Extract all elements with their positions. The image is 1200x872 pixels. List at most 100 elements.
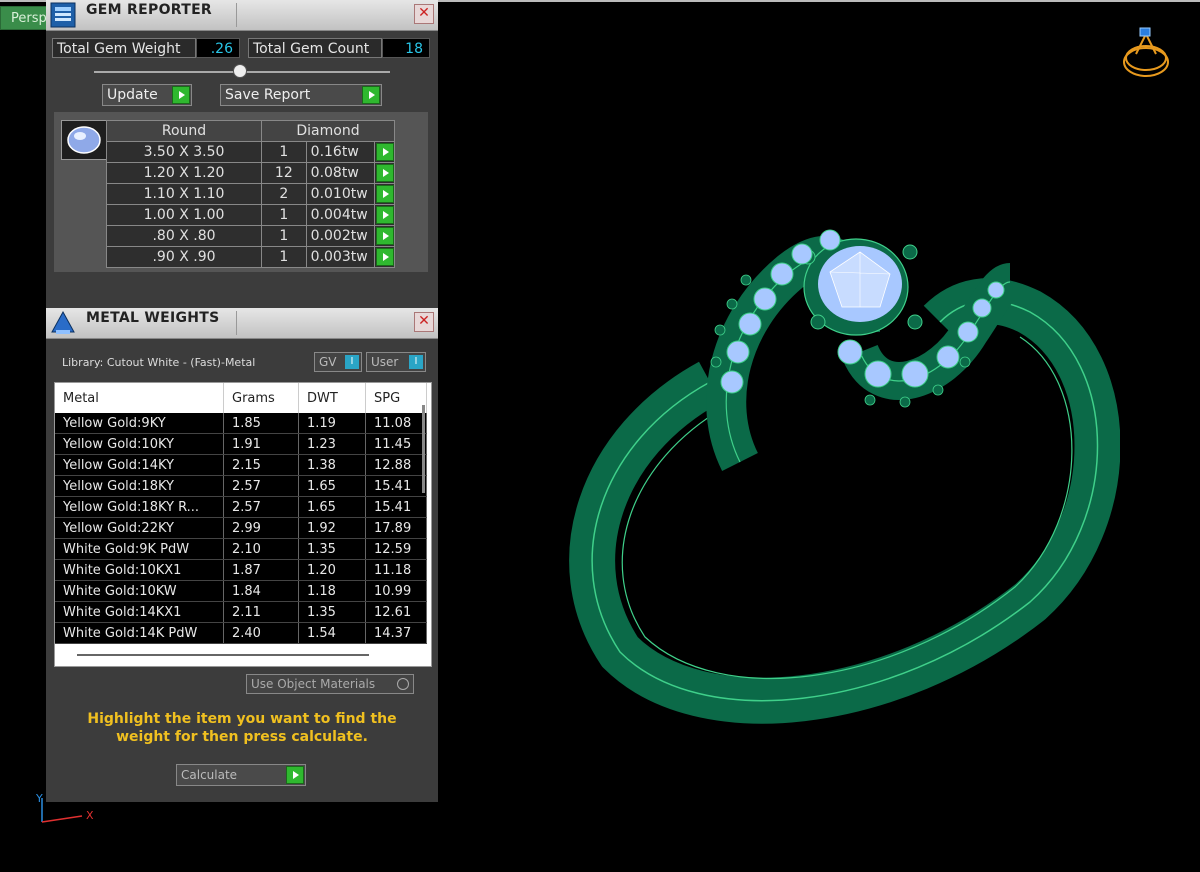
gem-row[interactable]: 3.50 X 3.50 1 0.16tw — [106, 141, 395, 163]
update-button[interactable]: Update — [102, 84, 192, 106]
metal-cell-metal: White Gold:14K PdW — [55, 622, 224, 644]
metal-row[interactable]: White Gold:14KX1 2.11 1.35 12.61 — [55, 601, 427, 623]
metal-cell-metal: Yellow Gold:9KY — [55, 413, 224, 434]
metal-row[interactable]: White Gold:10KW 1.84 1.18 10.99 — [55, 580, 427, 602]
gem-row-go-cell[interactable] — [374, 183, 395, 205]
metal-cell-grams: 2.99 — [223, 517, 299, 539]
user-toggle[interactable]: User I — [366, 352, 426, 372]
metal-row[interactable]: White Gold:10KX1 1.87 1.20 11.18 — [55, 559, 427, 581]
user-info-icon[interactable]: I — [409, 355, 423, 369]
metal-cell-grams: 2.40 — [223, 622, 299, 644]
gem-size: .90 X .90 — [106, 246, 262, 268]
gem-count: 1 — [261, 225, 307, 247]
metal-cell-spg: 17.89 — [365, 517, 427, 539]
calculate-button[interactable]: Calculate — [176, 764, 306, 786]
gem-row[interactable]: .80 X .80 1 0.002tw — [106, 225, 395, 247]
gem-count: 1 — [261, 204, 307, 226]
gv-toggle[interactable]: GV I — [314, 352, 362, 372]
view-cube-icon[interactable] — [1120, 24, 1174, 80]
update-label: Update — [107, 87, 158, 103]
gem-reporter-title: GEM REPORTER — [86, 2, 213, 18]
gem-row-go-icon[interactable] — [376, 185, 395, 203]
metal-cell-metal: Yellow Gold:18KY R... — [55, 496, 224, 518]
metal-horizontal-scrollbar[interactable] — [77, 654, 369, 656]
metal-cell-spg: 12.88 — [365, 454, 427, 476]
metal-cell-metal: Yellow Gold:22KY — [55, 517, 224, 539]
gem-row-go-cell[interactable] — [374, 141, 395, 163]
metal-cell-dwt: 1.92 — [298, 517, 366, 539]
metal-row[interactable]: Yellow Gold:9KY 1.85 1.19 11.08 — [55, 413, 427, 434]
col-metal[interactable]: Metal — [55, 383, 224, 413]
save-report-label: Save Report — [225, 87, 311, 103]
metal-cell-metal: White Gold:10KX1 — [55, 559, 224, 581]
use-object-materials-radio[interactable] — [397, 678, 409, 690]
gem-row-go-cell[interactable] — [374, 162, 395, 184]
save-report-button[interactable]: Save Report — [220, 84, 382, 106]
gem-shape-header: Round — [106, 120, 262, 142]
gem-count: 1 — [261, 246, 307, 268]
metal-row[interactable]: White Gold:14K PdW 2.40 1.54 14.37 — [55, 622, 427, 644]
metal-cell-dwt: 1.20 — [298, 559, 366, 581]
metal-cell-dwt: 1.35 — [298, 601, 366, 623]
metal-weights-icon — [51, 310, 75, 334]
metal-row[interactable]: Yellow Gold:10KY 1.91 1.23 11.45 — [55, 433, 427, 455]
calculate-go-icon[interactable] — [286, 766, 304, 784]
gem-material-header: Diamond — [261, 120, 395, 142]
metal-row[interactable]: Yellow Gold:18KY R... 2.57 1.65 15.41 — [55, 496, 427, 518]
gem-size: 1.10 X 1.10 — [106, 183, 262, 205]
metal-cell-dwt: 1.35 — [298, 538, 366, 560]
gem-row-go-cell[interactable] — [374, 225, 395, 247]
gem-count: 12 — [261, 162, 307, 184]
use-object-materials-label: Use Object Materials — [251, 677, 376, 691]
metal-weights-close-icon[interactable]: ✕ — [414, 312, 434, 332]
metal-cell-spg: 11.45 — [365, 433, 427, 455]
gem-row-go-icon[interactable] — [376, 248, 395, 266]
gem-table: Round Diamond 3.50 X 3.50 1 0.16tw 1.20 … — [106, 120, 395, 268]
update-go-icon[interactable] — [172, 86, 190, 104]
metal-table-container[interactable]: Metal Grams DWT SPG Yellow Gold:9KY 1.85 1… — [54, 382, 432, 667]
metal-cell-metal: Yellow Gold:18KY — [55, 475, 224, 497]
use-object-materials-option[interactable]: Use Object Materials — [246, 674, 414, 694]
gem-row[interactable]: .90 X .90 1 0.003tw — [106, 246, 395, 268]
axis-y-label: Y — [35, 792, 43, 805]
round-diamond-icon[interactable] — [61, 120, 107, 160]
metal-cell-metal: Yellow Gold:10KY — [55, 433, 224, 455]
metal-cell-dwt: 1.65 — [298, 496, 366, 518]
gv-label: GV — [319, 355, 337, 369]
metal-cell-grams: 1.91 — [223, 433, 299, 455]
col-spg[interactable]: SPG — [365, 383, 427, 413]
metal-cell-spg: 14.37 — [365, 622, 427, 644]
gem-row[interactable]: 1.10 X 1.10 2 0.010tw — [106, 183, 395, 205]
metal-weights-titlebar[interactable]: METAL WEIGHTS ✕ — [46, 308, 438, 339]
gem-weight: 0.004tw — [305, 204, 376, 226]
col-grams[interactable]: Grams — [223, 383, 299, 413]
metal-row[interactable]: Yellow Gold:14KY 2.15 1.38 12.88 — [55, 454, 427, 476]
metal-row[interactable]: Yellow Gold:18KY 2.57 1.65 15.41 — [55, 475, 427, 497]
gv-info-icon[interactable]: I — [345, 355, 359, 369]
titlebar-divider — [236, 3, 237, 27]
metal-cell-spg: 11.18 — [365, 559, 427, 581]
metal-cell-dwt: 1.65 — [298, 475, 366, 497]
gem-weight: 0.010tw — [305, 183, 376, 205]
metal-cell-grams: 1.87 — [223, 559, 299, 581]
gem-row-go-icon[interactable] — [376, 227, 395, 245]
gem-slider-knob[interactable] — [233, 64, 247, 78]
save-report-go-icon[interactable] — [362, 86, 380, 104]
gem-row[interactable]: 1.00 X 1.00 1 0.004tw — [106, 204, 395, 226]
metal-row[interactable]: Yellow Gold:22KY 2.99 1.92 17.89 — [55, 517, 427, 539]
gem-reporter-titlebar[interactable]: GEM REPORTER ✕ — [46, 0, 438, 31]
gem-row[interactable]: 1.20 X 1.20 12 0.08tw — [106, 162, 395, 184]
gem-row-go-cell[interactable] — [374, 246, 395, 268]
col-dwt[interactable]: DWT — [298, 383, 366, 413]
metal-cell-spg: 12.59 — [365, 538, 427, 560]
metal-cell-dwt: 1.19 — [298, 413, 366, 434]
gem-row-go-cell[interactable] — [374, 204, 395, 226]
gem-weight: 0.002tw — [305, 225, 376, 247]
metal-vertical-scrollbar[interactable] — [422, 405, 425, 493]
gem-report-icon — [50, 2, 76, 28]
gem-row-go-icon[interactable] — [376, 143, 395, 161]
metal-row[interactable]: White Gold:9K PdW 2.10 1.35 12.59 — [55, 538, 427, 560]
gem-row-go-icon[interactable] — [376, 164, 395, 182]
gem-row-go-icon[interactable] — [376, 206, 395, 224]
gem-reporter-close-icon[interactable]: ✕ — [414, 4, 434, 24]
